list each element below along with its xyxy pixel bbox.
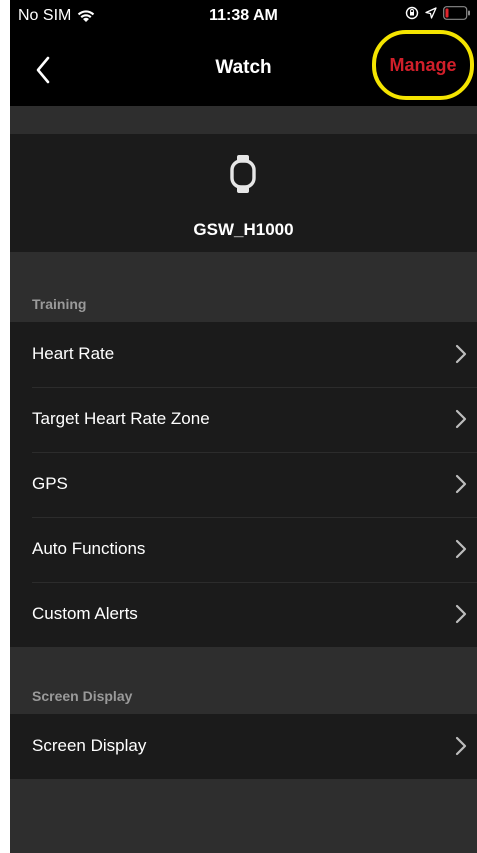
chevron-right-icon [455,344,467,364]
location-arrow-icon [425,7,437,19]
chevron-right-icon [455,604,467,624]
training-list: Heart Rate Target Heart Rate Zone GPS Au… [10,322,477,647]
chevron-right-icon [455,474,467,494]
list-item-label: Heart Rate [32,344,115,363]
nav-bar: Watch Manage [10,30,477,106]
watch-screen: No SIM 11:38 AM Watch Manage GSW_H1000 T… [10,0,477,853]
list-item-label: Screen Display [32,736,147,755]
section-header-label: Training [32,296,87,312]
list-item-label: Auto Functions [32,539,146,558]
chevron-right-icon [455,409,467,429]
list-item-label: GPS [32,474,68,493]
manage-label: Manage [389,54,457,75]
device-name: GSW_H1000 [193,220,294,239]
section-header-training: Training [10,252,477,322]
list-item-screen-display[interactable]: Screen Display [10,714,477,779]
section-header-label: Screen Display [32,688,133,704]
list-item-heart-rate[interactable]: Heart Rate [10,322,477,387]
watch-icon [230,155,256,193]
status-right [405,6,471,20]
orientation-lock-icon [405,6,419,20]
chevron-right-icon [455,736,467,756]
screen-display-list: Screen Display [10,714,477,779]
section-spacer [10,106,477,134]
battery-icon [443,6,470,20]
section-header-screen-display: Screen Display [10,647,477,714]
manage-button[interactable]: Manage [372,30,474,100]
device-card: GSW_H1000 [10,134,477,252]
list-item-auto-functions[interactable]: Auto Functions [10,517,477,582]
list-item-label: Target Heart Rate Zone [32,409,210,428]
list-item-gps[interactable]: GPS [10,452,477,517]
list-item-label: Custom Alerts [32,604,138,623]
bottom-spacer [10,779,477,853]
list-item-custom-alerts[interactable]: Custom Alerts [10,582,477,647]
chevron-right-icon [455,539,467,559]
list-item-target-heart-rate-zone[interactable]: Target Heart Rate Zone [10,387,477,452]
